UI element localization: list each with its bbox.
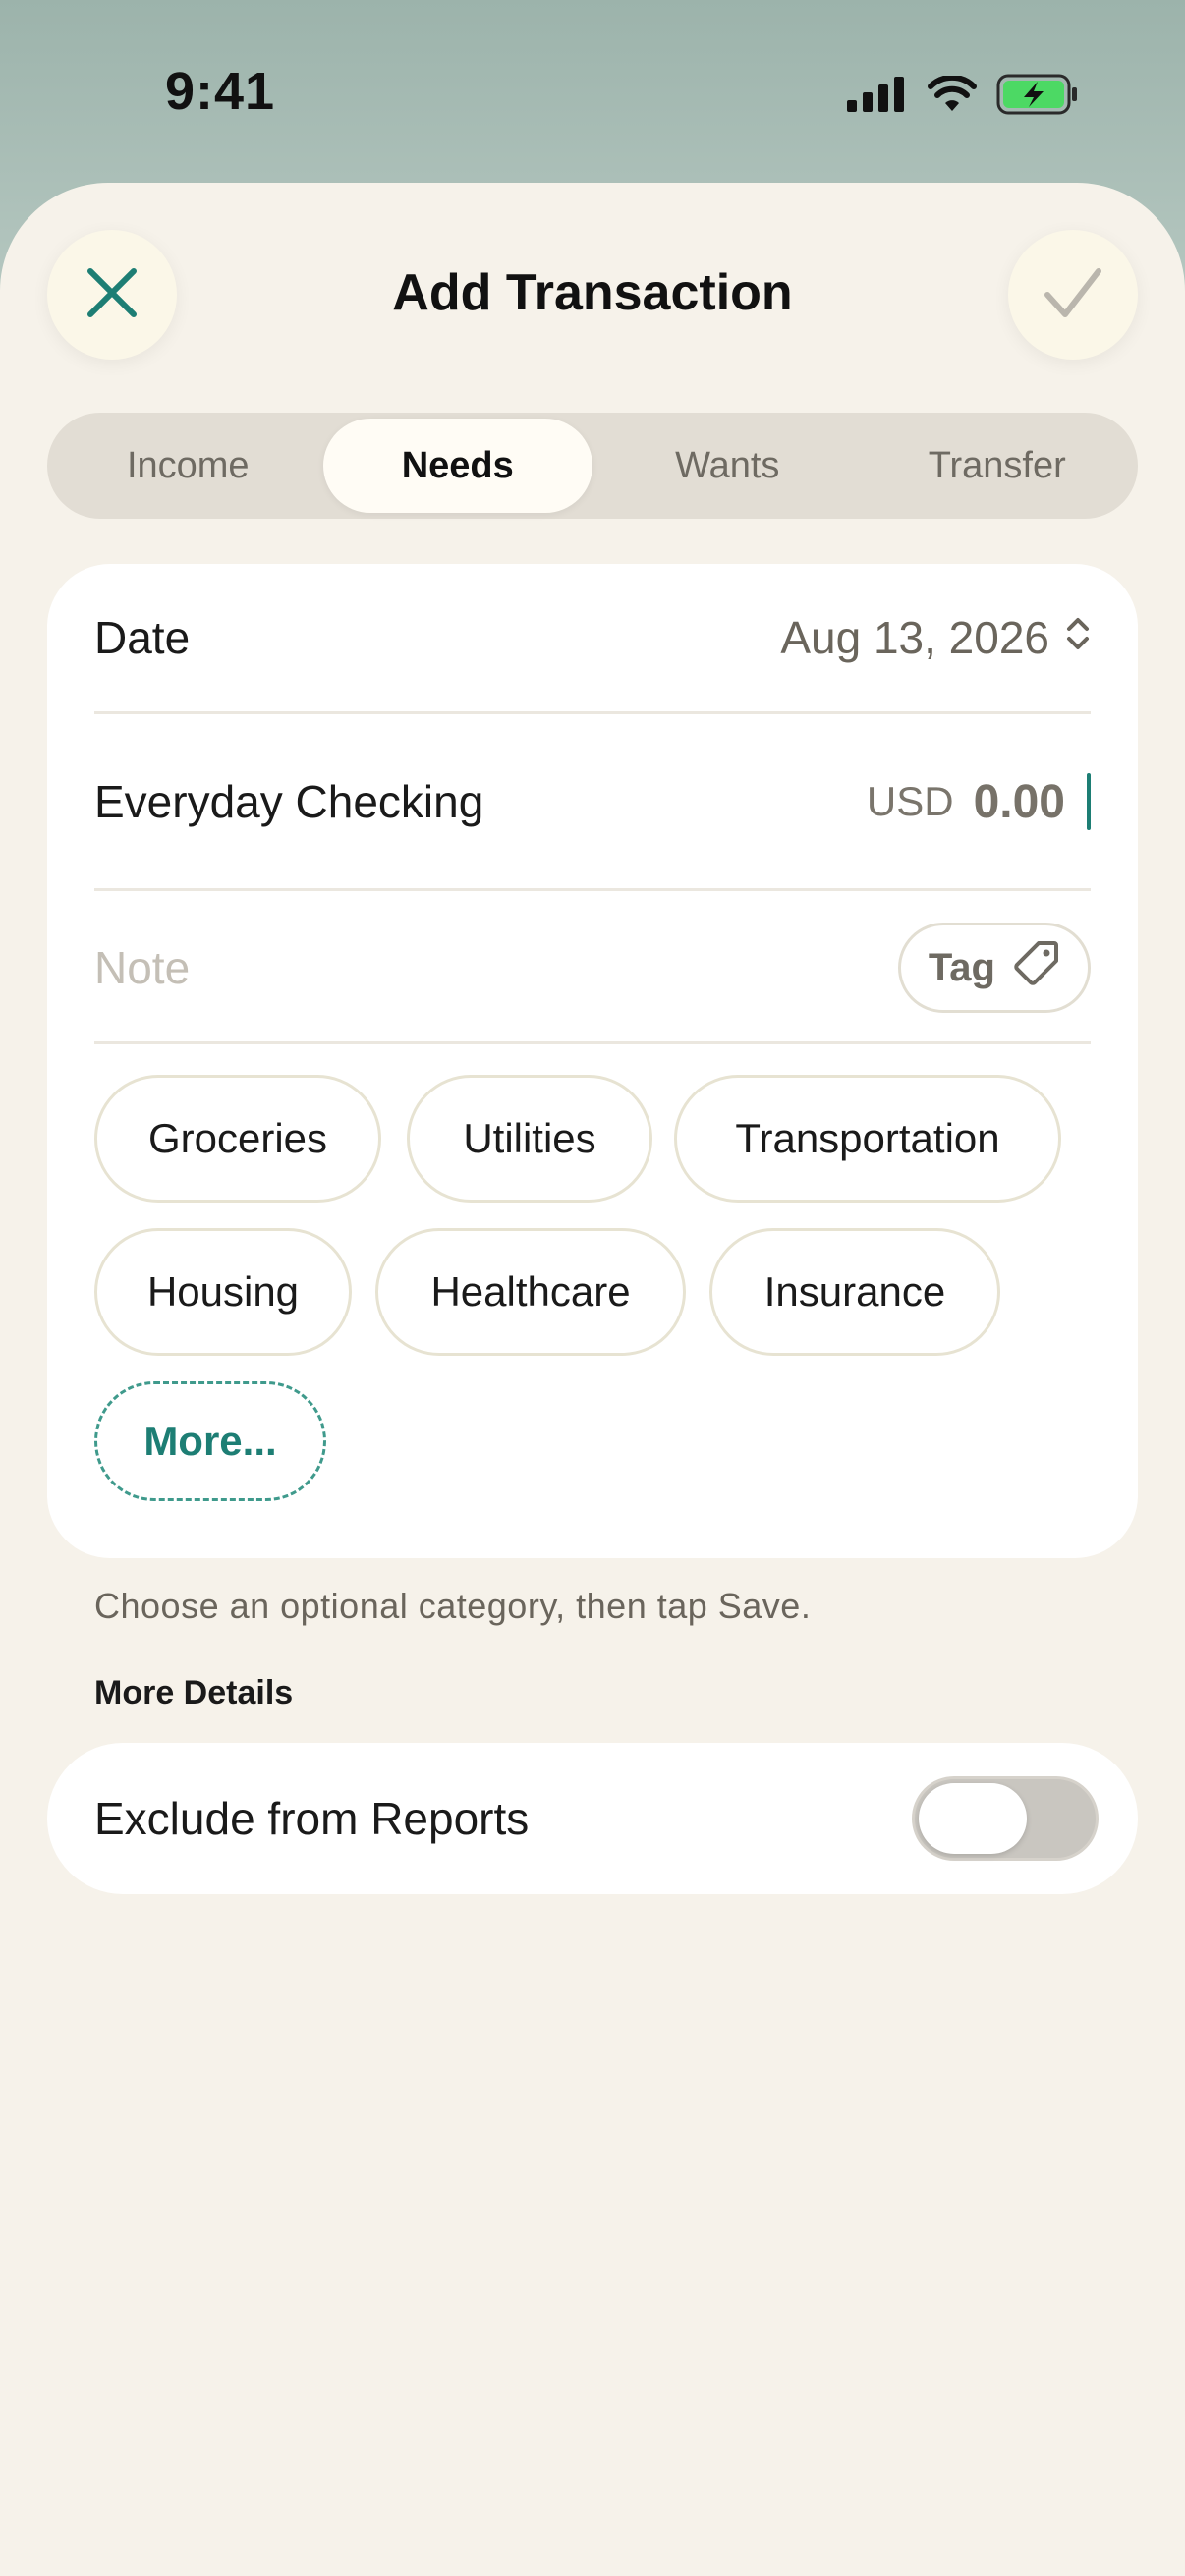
- add-transaction-sheet: Add Transaction Income Needs Wants Trans…: [0, 183, 1185, 2576]
- status-time: 9:41: [165, 62, 276, 121]
- category-chip-utilities[interactable]: Utilities: [407, 1075, 652, 1203]
- account-row: Everyday Checking USD 0.00: [94, 713, 1091, 890]
- divider: [94, 1041, 1091, 1044]
- segment-income[interactable]: Income: [53, 419, 323, 513]
- amount-field[interactable]: USD 0.00: [867, 773, 1091, 830]
- status-bar: 9:41: [0, 0, 1185, 187]
- wifi-icon: [928, 74, 977, 118]
- checkmark-icon: [1044, 265, 1102, 325]
- tag-button-label: Tag: [928, 945, 995, 989]
- tag-icon: [1013, 939, 1060, 996]
- account-name[interactable]: Everyday Checking: [94, 775, 483, 828]
- amount-value[interactable]: 0.00: [974, 775, 1065, 829]
- date-label: Date: [94, 612, 191, 663]
- signal-icon: [847, 76, 908, 117]
- helper-text: Choose an optional category, then tap Sa…: [94, 1586, 812, 1626]
- divider: [94, 888, 1091, 891]
- transaction-form-card: Date Aug 13, 2026 Everyday Checking USD …: [47, 564, 1138, 1558]
- status-icons: [847, 71, 1079, 122]
- currency-label[interactable]: USD: [867, 778, 954, 825]
- toggle-knob: [919, 1783, 1027, 1854]
- more-categories-button[interactable]: More...: [94, 1381, 326, 1501]
- note-row: Note Tag: [94, 894, 1091, 1041]
- exclude-from-reports-row: Exclude from Reports: [47, 1743, 1138, 1894]
- battery-charging-icon: [996, 74, 1079, 120]
- exclude-from-reports-toggle[interactable]: [912, 1776, 1099, 1861]
- category-chip-healthcare[interactable]: Healthcare: [375, 1228, 686, 1356]
- category-chip-insurance[interactable]: Insurance: [709, 1228, 1000, 1356]
- more-details-heading: More Details: [94, 1674, 294, 1711]
- exclude-from-reports-label: Exclude from Reports: [94, 1793, 530, 1844]
- tag-button[interactable]: Tag: [897, 923, 1091, 1013]
- note-input[interactable]: Note: [94, 941, 190, 994]
- category-chip-housing[interactable]: Housing: [94, 1228, 352, 1356]
- date-value: Aug 13, 2026: [780, 612, 1049, 663]
- category-chip-groceries[interactable]: Groceries: [94, 1075, 381, 1203]
- date-row[interactable]: Date Aug 13, 2026: [94, 564, 1091, 711]
- transaction-type-segmented-control: Income Needs Wants Transfer: [47, 413, 1138, 519]
- category-chip-transportation[interactable]: Transportation: [674, 1075, 1061, 1203]
- segment-needs[interactable]: Needs: [322, 419, 592, 513]
- segment-transfer[interactable]: Transfer: [863, 419, 1133, 513]
- date-picker[interactable]: Aug 13, 2026: [780, 611, 1091, 664]
- segment-wants[interactable]: Wants: [592, 419, 863, 513]
- save-button[interactable]: [1008, 230, 1138, 360]
- text-cursor: [1087, 773, 1091, 830]
- chevron-up-down-icon: [1065, 611, 1091, 664]
